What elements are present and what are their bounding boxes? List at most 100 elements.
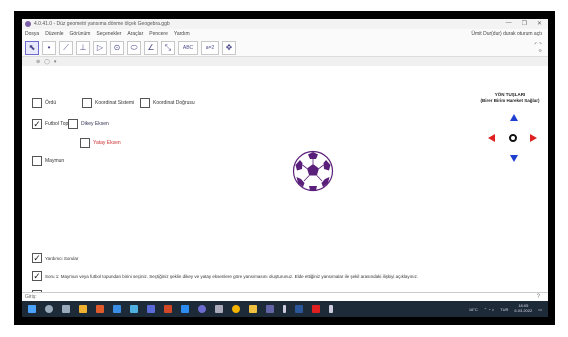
checkbox-koordinat-dogrusu[interactable]: Koordinat Doğrusu: [140, 98, 195, 108]
ellipse-tool[interactable]: ⬭: [127, 40, 141, 55]
minimize-button[interactable]: —: [506, 20, 512, 27]
style-dropdown-icon[interactable]: ▾: [54, 59, 57, 65]
input-label: Giriş:: [25, 294, 37, 300]
undo-redo-icon[interactable]: ↶ ↷: [534, 41, 542, 46]
maximize-button[interactable]: ❐: [522, 20, 527, 27]
input-bar[interactable]: Giriş: ?: [22, 292, 548, 301]
acrobat-icon[interactable]: [312, 305, 320, 313]
checkbox-label: Dikey Eksen: [81, 121, 109, 127]
tool-bar: ⬉ • ⟋ ⊥ ▷ ⊙ ⬭ ∠ ⤡ ABC a=2 ✥ ↶ ↷ ⚙: [22, 39, 548, 57]
menu-item-options[interactable]: Seçenekler: [96, 31, 121, 37]
angle-tool[interactable]: ∠: [144, 40, 158, 55]
files-icon[interactable]: [249, 305, 257, 313]
system-tray: 16°C ⌃ ◔ ⌂ TUR 18:05 6.03.2022 ▭: [469, 303, 542, 314]
vscode-icon[interactable]: [181, 305, 189, 313]
close-button[interactable]: ✕: [537, 20, 542, 27]
polygon-icon: ▷: [96, 43, 104, 52]
arrow-right-button[interactable]: [530, 134, 537, 142]
move-icon: ⬉: [28, 43, 36, 52]
window-titlebar: 4.0.41.0 - Düz geometri yansıma dönme öl…: [22, 19, 548, 29]
soccer-ball[interactable]: [292, 150, 334, 192]
menu-item-help[interactable]: Yardım: [174, 31, 190, 37]
search-taskbar-icon[interactable]: [45, 305, 53, 313]
checkbox-yardimci-sorular[interactable]: ✓ Yardımcı Sorular: [32, 253, 78, 263]
tray-arrows-icon[interactable]: ⌃ ◔ ⌂: [484, 307, 494, 312]
checkbox-yatay-eksen[interactable]: Yatay Eksen: [80, 138, 121, 148]
desktop-screen: 4.0.41.0 - Düz geometri yansıma dönme öl…: [22, 19, 548, 317]
start-icon[interactable]: [28, 305, 36, 313]
checkbox-box-checked[interactable]: ✓: [32, 253, 42, 263]
pen-icon[interactable]: [283, 305, 286, 313]
slider-tool[interactable]: a=2: [201, 40, 219, 55]
checkbox-label: Koordinat Doğrusu: [153, 100, 195, 106]
menu-item-view[interactable]: Görünüm: [70, 31, 91, 37]
notification-icon[interactable]: ▭: [538, 307, 542, 312]
help-icon[interactable]: ?: [537, 294, 540, 300]
line-icon: ⟋: [63, 42, 69, 52]
teams-icon[interactable]: [266, 305, 274, 313]
checkbox-label: Maymun: [45, 158, 65, 164]
settings-taskbar-icon[interactable]: [215, 305, 223, 313]
clock[interactable]: 18:05 6.03.2022: [514, 303, 532, 314]
perpendicular-tool[interactable]: ⊥: [76, 40, 90, 55]
mail-icon[interactable]: [113, 305, 121, 313]
checkbox-box[interactable]: [32, 156, 42, 166]
arrow-down-button[interactable]: [510, 155, 518, 162]
navigator-center-icon[interactable]: [509, 134, 517, 142]
toolbar-right-controls: ↶ ↷ ⚙: [534, 41, 542, 53]
navigator-title-line2: (Birer Birim Hareket Sağlar): [480, 97, 540, 103]
feather-icon[interactable]: [329, 305, 333, 313]
line-tool[interactable]: ⟋: [59, 40, 73, 55]
checkbox-box-checked[interactable]: ✓: [32, 271, 42, 281]
photos-icon[interactable]: [130, 305, 138, 313]
checkbox-ordu[interactable]: Ördü: [32, 98, 56, 108]
window-controls: — ❐ ✕: [506, 20, 542, 27]
store-icon[interactable]: [147, 305, 155, 313]
taskview-icon[interactable]: [62, 305, 70, 313]
checkbox-soru-1[interactable]: ✓ Soru 1: Maymun veya futbol topundan bi…: [32, 271, 418, 281]
window-title: 4.0.41.0 - Düz geometri yansıma dönme öl…: [34, 21, 170, 27]
menu-item-window[interactable]: Pencere: [149, 31, 168, 37]
perpendicular-icon: ⊥: [79, 43, 87, 52]
text-icon: ABC: [182, 44, 194, 51]
point-tool[interactable]: •: [42, 40, 56, 55]
checkbox-box[interactable]: [80, 138, 90, 148]
checkbox-futbol-topu[interactable]: ✓ Futbol Topu: [32, 119, 71, 129]
menu-item-edit[interactable]: Düzenle: [45, 31, 63, 37]
explorer-icon[interactable]: [79, 305, 87, 313]
style-point-icon[interactable]: ⊕: [36, 59, 40, 65]
point-icon: •: [47, 43, 51, 52]
menu-item-file[interactable]: Dosya: [25, 31, 39, 37]
weather-widget[interactable]: 16°C: [469, 307, 478, 312]
chrome-icon[interactable]: [232, 305, 240, 313]
gear-icon[interactable]: ⚙: [534, 48, 542, 53]
login-status[interactable]: Ümit Dur(dur) durak oturum açtı: [471, 31, 542, 37]
reflect-tool[interactable]: ⤡: [161, 40, 175, 55]
circle-tool[interactable]: ⊙: [110, 40, 124, 55]
checkbox-koordinat-sistemi[interactable]: Koordinat Sistemi: [82, 98, 134, 108]
checkbox-dikey-eksen[interactable]: Dikey Eksen: [68, 119, 109, 129]
move-tool[interactable]: ⬉: [25, 40, 39, 55]
checkbox-box-checked[interactable]: ✓: [32, 119, 42, 129]
ellipse-icon: ⬭: [130, 42, 138, 52]
style-circle-icon[interactable]: ◯: [44, 59, 50, 65]
move-view-tool[interactable]: ✥: [222, 40, 236, 55]
windows-taskbar: 16°C ⌃ ◔ ⌂ TUR 18:05 6.03.2022 ▭: [22, 301, 548, 317]
graphics-view[interactable]: Ördü Koordinat Sistemi Koordinat Doğrusu…: [22, 66, 548, 300]
arrow-up-button[interactable]: [510, 114, 518, 121]
checkbox-box[interactable]: [68, 119, 78, 129]
menu-item-tools[interactable]: Araçlar: [127, 31, 143, 37]
checkbox-box[interactable]: [140, 98, 150, 108]
powerpoint-icon[interactable]: [164, 305, 172, 313]
arrow-left-button[interactable]: [488, 134, 495, 142]
checkbox-box[interactable]: [32, 98, 42, 108]
menu-bar: Dosya Düzenle Görünüm Seçenekler Araçlar…: [22, 29, 548, 39]
language-indicator[interactable]: TUR: [500, 307, 508, 312]
text-tool[interactable]: ABC: [178, 40, 198, 55]
checkbox-box[interactable]: [82, 98, 92, 108]
office-icon[interactable]: [96, 305, 104, 313]
word-icon[interactable]: [295, 305, 303, 313]
checkbox-maymun[interactable]: Maymun: [32, 156, 64, 166]
polygon-tool[interactable]: ▷: [93, 40, 107, 55]
geogebra-icon[interactable]: [198, 305, 206, 313]
